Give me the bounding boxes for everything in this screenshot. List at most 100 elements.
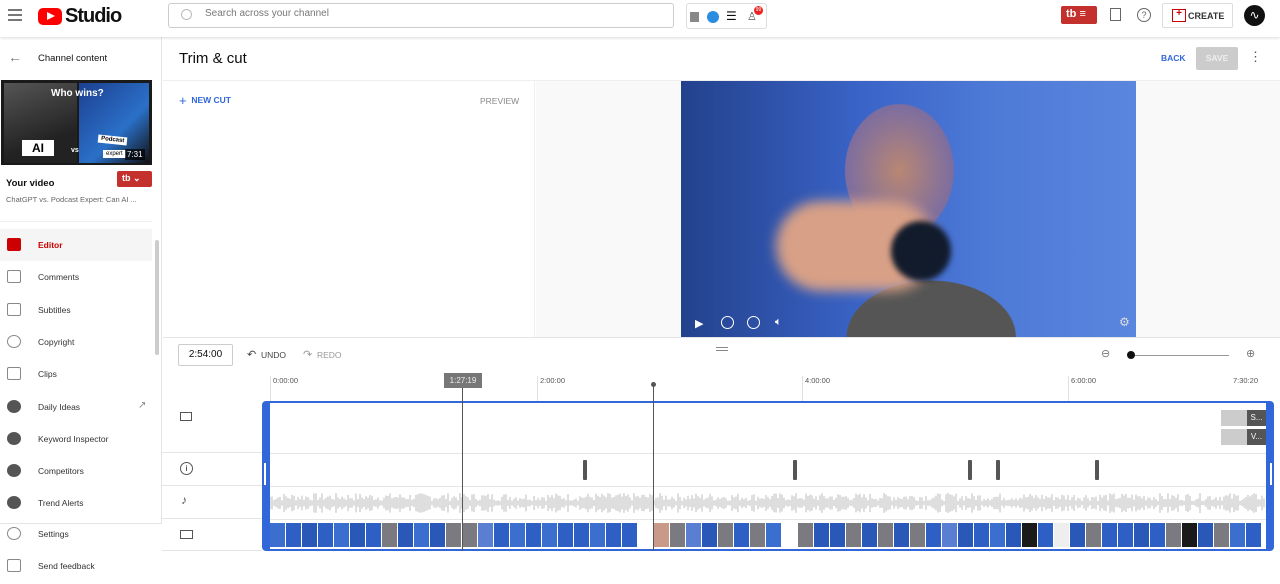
zoom-slider-thumb[interactable] [1127, 351, 1135, 359]
trim-handle-left[interactable] [264, 463, 266, 485]
feedback-icon[interactable] [1110, 8, 1121, 21]
end-screen-element[interactable]: V... [1221, 429, 1266, 445]
back-button[interactable]: BACK [1161, 53, 1186, 63]
video-thumbnail[interactable]: Who wins? AI vs Podcast expert 7:31 [1, 80, 152, 165]
plus-icon: + [179, 93, 187, 108]
zoom-out-icon[interactable]: ⊖ [1101, 347, 1110, 360]
timeline-tracks[interactable]: S... V... [262, 401, 1274, 551]
filmstrip-frame [1022, 523, 1037, 547]
redo-button[interactable]: ↷ REDO [303, 348, 342, 361]
sidebar-item-settings[interactable]: Settings [0, 518, 152, 550]
list-icon[interactable]: ☰ [726, 9, 737, 23]
thumbnail-text: AI [22, 140, 54, 156]
back-arrow-icon[interactable]: ← [8, 49, 22, 65]
filmstrip-frame [878, 523, 893, 547]
current-time-input[interactable]: 2:54:00 [178, 344, 233, 366]
sidebar-item-subtitles[interactable]: Subtitles [0, 294, 152, 326]
create-button[interactable]: CREATE [1162, 3, 1233, 28]
sidebar-item-keyword-inspector[interactable]: Keyword Inspector [0, 423, 152, 455]
top-bar: Studio ☰ ♙ 99 tb ≡ ? CREATE ∿ [0, 0, 1280, 37]
info-card-marker[interactable] [583, 460, 587, 480]
filmstrip-frame [718, 523, 733, 547]
filmstrip-frame [1198, 523, 1213, 547]
video-player[interactable]: ▶ 🔈︎ ⚙ [681, 81, 1136, 337]
info-card-marker[interactable] [968, 460, 972, 480]
tubebuddy-icon [7, 431, 21, 445]
sidebar-scrollbar[interactable] [155, 240, 159, 355]
trim-handle-right[interactable] [1270, 463, 1272, 485]
search-input[interactable] [205, 8, 655, 19]
waveform-path [270, 493, 1265, 513]
search-icon [181, 9, 192, 20]
help-icon[interactable]: ? [1137, 8, 1151, 22]
youtube-logo[interactable] [38, 8, 62, 25]
external-link-icon[interactable]: ↗ [138, 400, 146, 411]
filmstrip-frame [382, 523, 397, 547]
filmstrip-frame [1054, 523, 1069, 547]
channel-content-link[interactable]: Channel content [38, 53, 107, 64]
undo-button[interactable]: ↶ UNDO [247, 348, 286, 361]
filmstrip-frame [734, 523, 749, 547]
filmstrip-frame [846, 523, 861, 547]
sidebar: ← Channel content Who wins? AI vs Podcas… [0, 37, 162, 584]
filmstrip-frame [302, 523, 317, 547]
menu-icon[interactable] [8, 9, 22, 21]
sidebar-item-comments[interactable]: Comments [0, 261, 152, 293]
sidebar-item-label: Editor [38, 240, 63, 250]
clapperboard-icon [7, 238, 21, 251]
info-card-marker[interactable] [1095, 460, 1099, 480]
sidebar-item-competitors[interactable]: Competitors [0, 455, 152, 487]
filmstrip-frame [414, 523, 429, 547]
tubebuddy-menu-button[interactable]: tb ≡ [1061, 6, 1097, 24]
settings-gear-icon[interactable]: ⚙ [1119, 315, 1130, 329]
studio-label: Studio [65, 5, 122, 27]
tubebuddy-icon [7, 496, 21, 510]
extension-toolbar: ☰ ♙ 99 [686, 3, 767, 29]
time-ruler: 0:00:00 2:00:00 4:00:00 6:00:00 7:30:20 [0, 372, 1280, 401]
tubebuddy-video-menu[interactable]: tb ⌄ [117, 171, 152, 187]
filmstrip-frame [638, 523, 653, 547]
playhead-time[interactable]: 1:27:19 [444, 373, 482, 388]
rewind-10-icon[interactable] [721, 316, 734, 329]
filmstrip-frame [286, 523, 301, 547]
end-screen-element[interactable]: S... [1221, 410, 1266, 426]
sidebar-item-label: Copyright [38, 336, 75, 347]
filmstrip-frame [942, 523, 957, 547]
sidebar-item-label: Settings [38, 529, 69, 539]
save-button[interactable]: SAVE [1196, 47, 1238, 70]
zoom-slider[interactable] [1129, 355, 1229, 356]
new-cut-button[interactable]: + NEW CUT [179, 93, 231, 108]
more-options-icon[interactable]: ⋮ [1249, 49, 1262, 65]
filmstrip-frame [1214, 523, 1229, 547]
filmstrip-frame [606, 523, 621, 547]
search-box[interactable] [168, 3, 674, 28]
volume-icon[interactable]: 🔈︎ [775, 316, 782, 329]
playhead-line[interactable] [462, 388, 463, 551]
preview-button[interactable]: PREVIEW [480, 96, 519, 106]
filmstrip-frame [478, 523, 493, 547]
play-icon[interactable]: ▶ [695, 317, 703, 330]
sidebar-item-send-feedback[interactable]: Send feedback [0, 550, 152, 582]
forward-10-icon[interactable] [747, 316, 760, 329]
tubebuddy-play-icon[interactable] [707, 11, 719, 23]
filmstrip-frame [814, 523, 829, 547]
avatar[interactable]: ∿ [1244, 5, 1265, 26]
hover-marker-line [653, 384, 654, 551]
chart-icon[interactable] [690, 12, 699, 22]
sidebar-item-editor[interactable]: Editor [0, 229, 152, 261]
filmstrip-frame [1006, 523, 1021, 547]
video-camera-icon [180, 530, 193, 539]
hover-marker-dot [651, 382, 656, 387]
notification-badge: 99 [754, 6, 763, 15]
filmstrip-frame [1150, 523, 1165, 547]
sidebar-item-copyright[interactable]: Copyright [0, 326, 152, 358]
info-card-marker[interactable] [793, 460, 797, 480]
info-card-marker[interactable] [996, 460, 1000, 480]
sidebar-footer: Settings Send feedback [0, 523, 162, 584]
resize-handle[interactable] [716, 347, 728, 351]
undo-label: UNDO [260, 350, 286, 360]
filmstrip-frame [750, 523, 765, 547]
sidebar-item-trend-alerts[interactable]: Trend Alerts [0, 487, 152, 519]
zoom-in-icon[interactable]: ⊕ [1246, 347, 1255, 360]
filmstrip-frame [350, 523, 365, 547]
